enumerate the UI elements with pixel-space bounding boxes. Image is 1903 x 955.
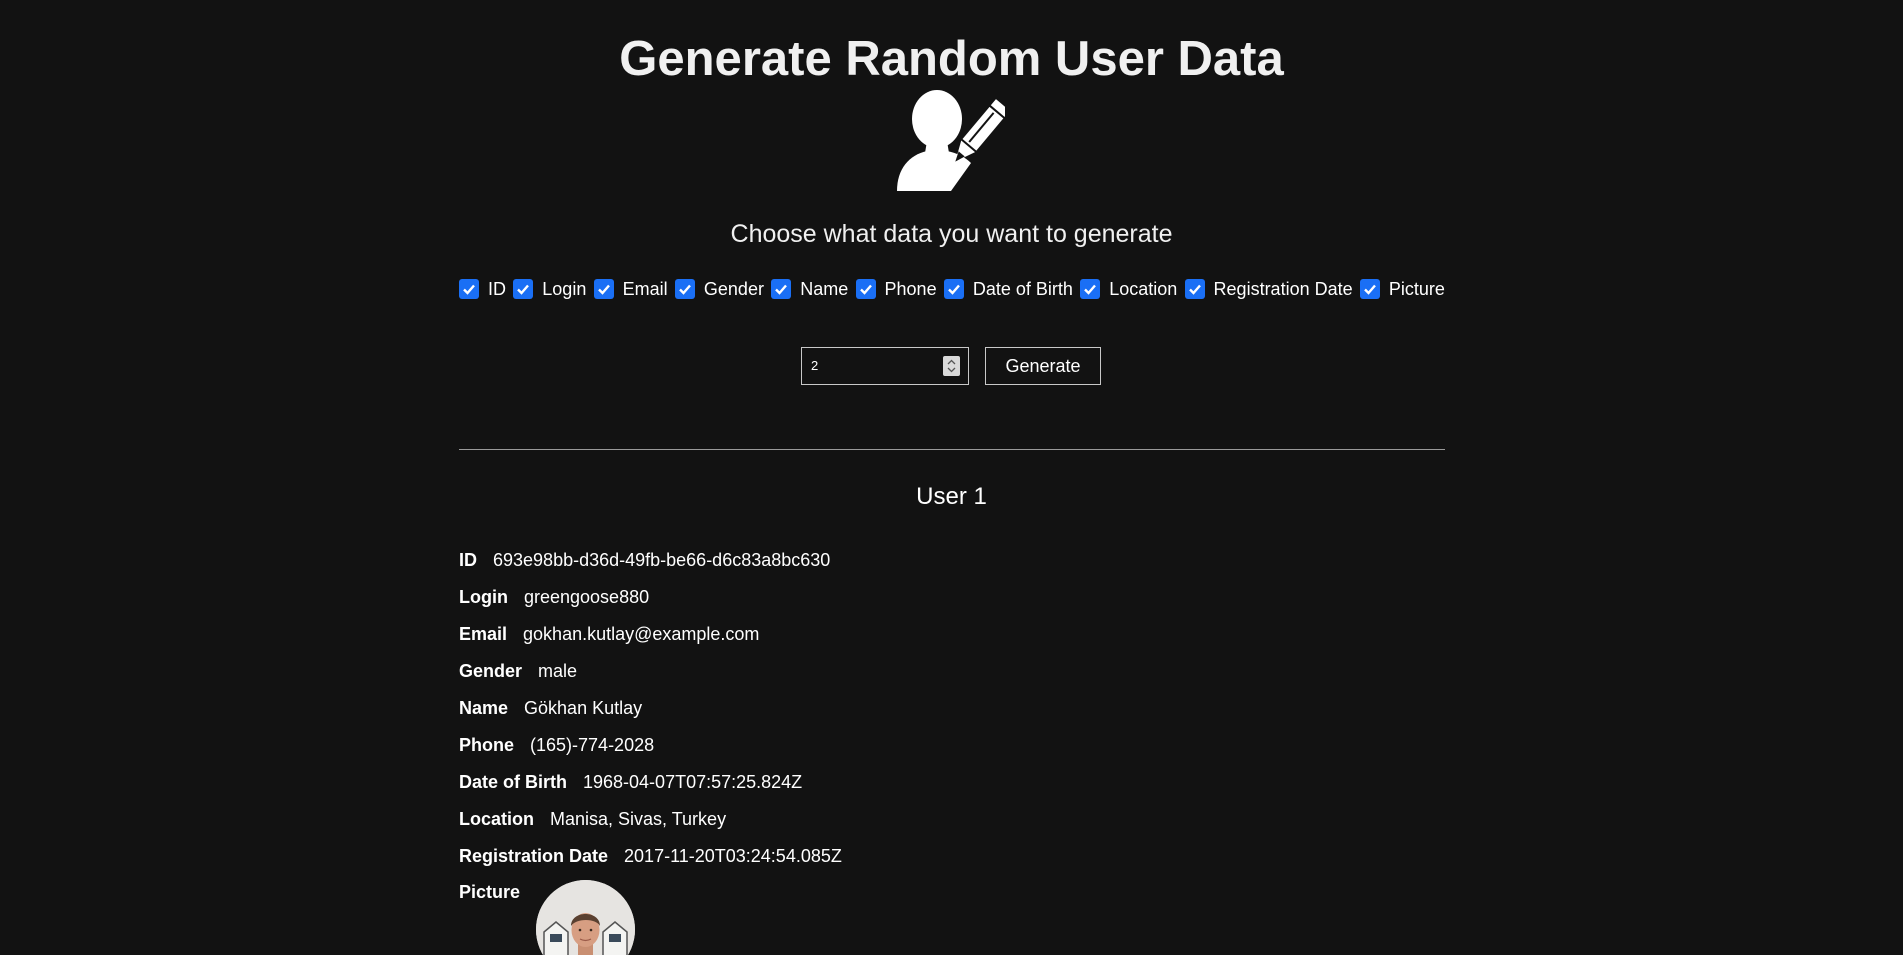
field-label: Name [459,697,509,718]
field-label: Picture [459,882,521,902]
field-label: Registration Date [459,845,609,866]
option-label: Gender [703,278,764,299]
field-value: 693e98bb-d36d-49fb-be66-d6c83a8bc630 [493,549,831,570]
field-registration-date: Registration Date 2017-11-20T03:24:54.08… [459,837,842,874]
checkbox-location[interactable] [1080,279,1101,299]
page-title: Generate Random User Data [619,32,1284,86]
field-email: Email gokhan.kutlay@example.com [459,615,842,652]
checkbox-phone[interactable] [855,279,876,299]
field-picture: Picture [459,874,842,955]
checkbox-name[interactable] [771,279,792,299]
spinner-arrows-icon[interactable] [943,356,960,376]
checkmark-icon [859,284,872,295]
checkmark-icon [679,284,691,295]
field-label: Email [459,623,508,644]
user-heading: User 1 [916,483,987,510]
field-value: 1968-04-07T07:57:25.824Z [583,771,803,792]
data-options: ID Login Email Gender Name Phone Date of… [459,277,1445,301]
field-label: Gender [459,660,523,681]
option-login[interactable]: Login [513,279,586,300]
field-label: ID [459,549,477,570]
field-value: (165)-774-2028 [530,734,655,755]
checkbox-date-of-birth[interactable] [943,279,964,299]
option-label: Date of Birth [972,278,1073,299]
generate-controls: 2 Generate [801,347,1101,385]
checkmark-icon [948,284,960,295]
user-count-input[interactable]: 2 [801,347,969,385]
checkmark-icon [1188,284,1201,295]
option-name[interactable]: Name [771,279,848,300]
option-label: Name [800,278,849,299]
field-label: Location [459,808,534,829]
field-value: 2017-11-20T03:24:54.085Z [624,845,842,866]
checkbox-login[interactable] [513,279,534,299]
field-location: Location Manisa, Sivas, Turkey [459,800,842,837]
user-edit-icon [897,87,1010,191]
checkbox-gender[interactable] [674,279,695,299]
checkmark-icon [463,284,475,295]
field-label: Date of Birth [459,771,567,792]
field-value: Manisa, Sivas, Turkey [550,808,727,829]
field-label: Login [459,586,508,607]
field-id: ID 693e98bb-d36d-49fb-be66-d6c83a8bc630 [459,541,842,578]
field-value: Gökhan Kutlay [524,697,643,718]
checkmark-icon [597,284,610,295]
option-label: ID [488,278,506,299]
field-phone: Phone (165)-774-2028 [459,726,842,763]
field-value: male [538,660,578,681]
field-label: Phone [459,734,515,755]
field-login: Login greengoose880 [459,578,842,615]
field-date-of-birth: Date of Birth 1968-04-07T07:57:25.824Z [459,763,842,800]
option-label: Registration Date [1213,278,1353,299]
field-gender: Gender male [459,652,842,689]
option-registration-date[interactable]: Registration Date [1184,278,1353,300]
checkbox-registration-date[interactable] [1184,279,1205,299]
checkmark-icon [1084,284,1097,295]
option-label: Email [622,278,668,299]
option-date-of-birth[interactable]: Date of Birth [943,278,1073,300]
user-fields: ID 693e98bb-d36d-49fb-be66-d6c83a8bc630 … [459,541,842,955]
checkbox-picture[interactable] [1359,279,1380,299]
option-location[interactable]: Location [1080,279,1177,300]
checkmark-icon [517,284,530,295]
field-name: Name Gökhan Kutlay [459,689,842,726]
generate-button[interactable]: Generate [985,347,1101,385]
divider [459,449,1445,450]
checkbox-id[interactable] [459,279,479,299]
option-label: Picture [1388,278,1445,299]
checkbox-email[interactable] [593,279,614,299]
option-id[interactable]: ID [459,279,506,300]
field-value: gokhan.kutlay@example.com [523,623,760,644]
option-picture[interactable]: Picture [1359,278,1445,300]
checkmark-icon [1364,284,1376,295]
field-value: greengoose880 [523,586,650,607]
option-phone[interactable]: Phone [855,278,937,300]
user-avatar-photo [536,880,636,955]
option-label: Location [1109,278,1178,299]
user-count-value: 2 [811,358,819,373]
option-label: Phone [884,278,937,299]
checkmark-icon [775,284,788,295]
option-email[interactable]: Email [593,278,668,300]
option-label: Login [542,278,587,299]
option-gender[interactable]: Gender [674,278,764,300]
section-subtitle: Choose what data you want to generate [730,220,1173,248]
page: Generate Random User Data Choose what da… [0,0,1903,955]
